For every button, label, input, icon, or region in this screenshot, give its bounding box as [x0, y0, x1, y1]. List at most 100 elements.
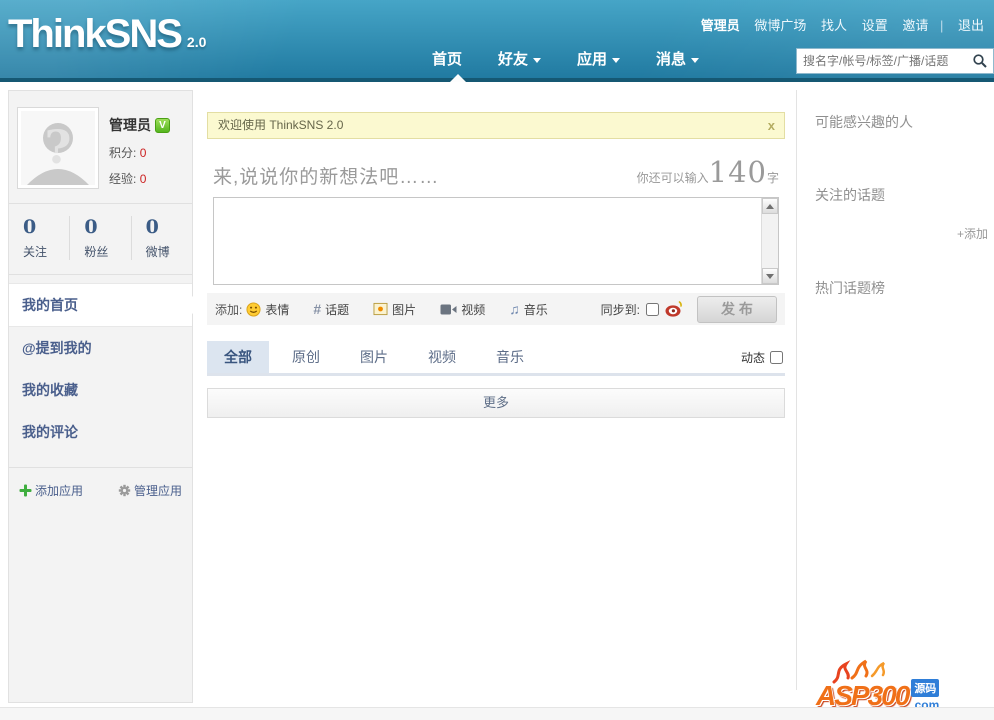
sidebar-menu: 我的首页 @提到我的 我的收藏 我的评论 [9, 275, 202, 468]
music-tool[interactable]: ♫ 音乐 [509, 301, 548, 318]
top-links: 管理员 微博广场 找人 设置 邀请 | 退出 [690, 15, 984, 34]
nav-messages[interactable]: 消息 [656, 48, 700, 69]
verified-badge-icon: V [155, 117, 170, 133]
dynamic-checkbox[interactable] [770, 351, 783, 364]
page: ThinkSNS 2.0 管理员 微博广场 找人 设置 邀请 | 退出 首页 好友… [0, 0, 994, 720]
top-link-find-people[interactable]: 找人 [821, 18, 847, 33]
feed-tabs: 全部 原创 图片 视频 音乐 动态 [207, 341, 785, 376]
watermark-yuanma: 源码 [911, 679, 940, 697]
status-input[interactable] [213, 197, 779, 285]
image-icon [373, 302, 388, 316]
left-sidebar: ? 管理员 V 积分: 0 经验: 0 0 关注 0 粉丝 0 微博 我的首页 … [8, 90, 202, 703]
username[interactable]: 管理员 [109, 115, 151, 135]
sync-label: 同步到: [600, 302, 640, 317]
main-nav: 首页 好友 应用 消息 [432, 48, 700, 69]
main-column: 欢迎使用 ThinkSNS 2.0 x 来,说说你的新想法吧…… 你还可以输入1… [207, 112, 785, 418]
dynamic-label: 动态 [740, 351, 765, 365]
chevron-down-icon [691, 57, 700, 63]
smiley-icon [246, 301, 261, 317]
scroll-down-button[interactable] [762, 268, 778, 284]
emoticon-tool[interactable]: 表情 [246, 301, 289, 318]
sidebar-item-my-home[interactable]: 我的首页 [9, 283, 202, 327]
header: ThinkSNS 2.0 管理员 微博广场 找人 设置 邀请 | 退出 首页 好友… [0, 0, 994, 82]
user-info: 管理员 V 积分: 0 经验: 0 [109, 115, 170, 187]
dynamic-toggle: 动态 [741, 349, 783, 366]
right-sidebar: 可能感兴趣的人 关注的话题 +添加 热门话题榜 [796, 90, 994, 690]
composer-toolbar: 添加: 表情 # 话题 图片 视频 ♫ 音乐 同步到: 发 布 [207, 293, 785, 325]
publish-button[interactable]: 发 布 [697, 295, 777, 323]
image-tool[interactable]: 图片 [373, 301, 416, 318]
nav-home[interactable]: 首页 [432, 48, 462, 69]
weibo-icon[interactable] [665, 301, 683, 317]
top-link-admin[interactable]: 管理员 [701, 18, 740, 33]
stat-followers[interactable]: 0 粉丝 [70, 216, 132, 260]
chevron-down-icon [612, 57, 621, 63]
tab-original[interactable]: 原创 [275, 341, 337, 373]
avatar[interactable]: ? [17, 107, 99, 189]
exp-value: 0 [139, 172, 147, 186]
nav-apps[interactable]: 应用 [577, 48, 621, 69]
chevron-down-icon [533, 57, 542, 63]
scroll-up-button[interactable] [762, 198, 778, 214]
music-note-icon: ♫ [509, 301, 520, 317]
user-stats: 0 关注 0 粉丝 0 微博 [9, 204, 192, 275]
svg-text:?: ? [45, 120, 72, 174]
avatar-placeholder-icon: ? [21, 111, 95, 185]
sidebar-item-mentions[interactable]: @提到我的 [9, 327, 192, 369]
add-label: 添加: [215, 302, 243, 317]
tab-all[interactable]: 全部 [207, 341, 269, 373]
char-counter: 你还可以输入140字 [636, 155, 779, 189]
sidebar-item-comments[interactable]: 我的评论 [9, 411, 192, 453]
exp-row: 经验: 0 [109, 170, 170, 187]
composer-prompt: 来,说说你的新想法吧…… [213, 167, 440, 188]
logo-version: 2.0 [186, 34, 207, 50]
topic-tool[interactable]: # 话题 [313, 301, 349, 318]
char-count-value: 140 [708, 155, 767, 189]
scrollbar[interactable] [761, 198, 778, 284]
add-topic-link[interactable]: +添加 [815, 225, 988, 242]
sync-checkbox[interactable] [646, 302, 659, 316]
top-link-invite[interactable]: 邀请 [902, 18, 928, 33]
search-icon[interactable] [972, 53, 988, 69]
sync-area: 同步到: 发 布 [600, 295, 777, 323]
apps-row: 添加应用 管理应用 [9, 468, 192, 513]
logo: ThinkSNS 2.0 [8, 12, 206, 57]
top-link-logout[interactable]: 退出 [958, 18, 984, 33]
stat-following[interactable]: 0 关注 [9, 216, 71, 260]
nav-friends[interactable]: 好友 [498, 48, 542, 69]
more-button[interactable]: 更多 [207, 388, 785, 418]
footer-strip [0, 707, 994, 720]
tab-music[interactable]: 音乐 [479, 341, 541, 373]
search-box [796, 48, 994, 74]
top-links-separator: | [939, 18, 944, 33]
welcome-banner: 欢迎使用 ThinkSNS 2.0 x [207, 112, 785, 139]
arrow-up-icon [766, 204, 774, 209]
composer-head: 来,说说你的新想法吧…… 你还可以输入140字 [213, 155, 779, 189]
video-tool[interactable]: 视频 [440, 301, 485, 318]
plus-icon [19, 484, 32, 497]
manage-app-link[interactable]: 管理应用 [118, 482, 182, 499]
sidebar-item-favorites[interactable]: 我的收藏 [9, 369, 192, 411]
section-interesting-people: 可能感兴趣的人 [815, 114, 913, 130]
hash-icon: # [313, 301, 322, 317]
logo-text: ThinkSNS [8, 12, 183, 56]
close-icon[interactable]: x [768, 113, 775, 138]
exp-label: 经验: [109, 172, 137, 186]
tab-videos[interactable]: 视频 [411, 341, 473, 373]
arrow-down-icon [766, 274, 774, 279]
stat-weibo[interactable]: 0 微博 [132, 216, 192, 260]
add-app-link[interactable]: 添加应用 [19, 482, 83, 499]
score-label: 积分: [109, 146, 137, 160]
nav-active-indicator [450, 74, 466, 82]
score-value: 0 [139, 146, 147, 160]
section-hot-topics: 热门话题榜 [815, 280, 885, 296]
gear-icon [118, 484, 131, 497]
score-row: 积分: 0 [109, 144, 170, 161]
tab-images[interactable]: 图片 [343, 341, 405, 373]
top-link-weibo-square[interactable]: 微博广场 [754, 18, 806, 33]
video-camera-icon [440, 304, 457, 314]
search-input[interactable] [797, 54, 972, 68]
user-card: ? 管理员 V 积分: 0 经验: 0 [9, 91, 192, 204]
top-link-settings[interactable]: 设置 [862, 18, 888, 33]
section-followed-topics: 关注的话题 [815, 187, 885, 203]
